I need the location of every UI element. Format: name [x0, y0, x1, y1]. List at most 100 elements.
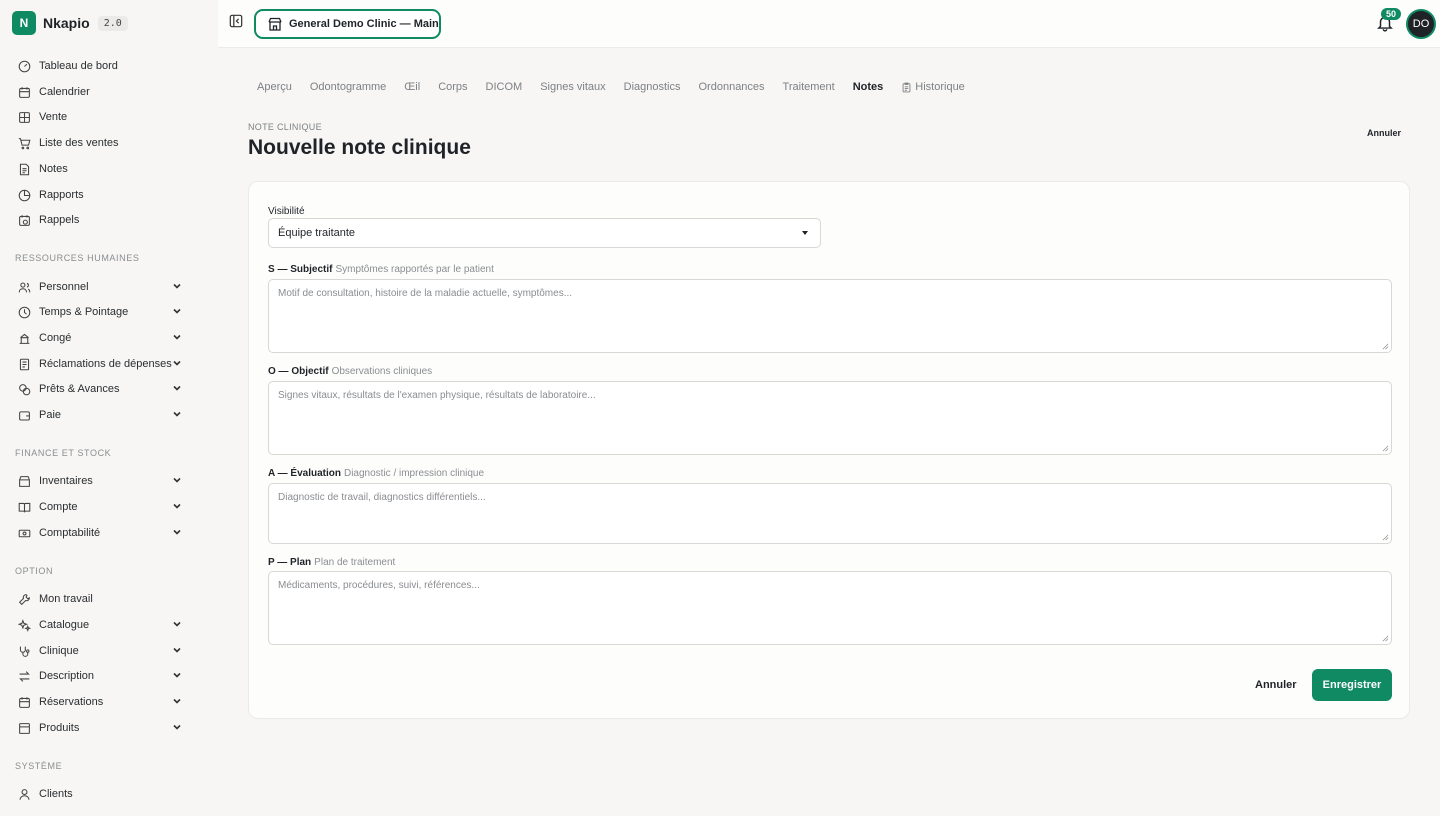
section-title-rh: RESSOURCES HUMAINES [15, 253, 140, 263]
chevron-down-icon [172, 645, 182, 655]
sidebar-item-personnel[interactable]: Personnel [18, 276, 186, 298]
receipt-icon [18, 358, 31, 371]
clinical-note-form: Visibilité Équipe traitante S — Subjecti… [248, 181, 1410, 719]
coins-icon [18, 383, 31, 396]
cancel-button[interactable]: Annuler [1255, 679, 1297, 691]
patient-tabs: Aperçu Odontogramme Œil Corps DICOM Sign… [257, 81, 983, 93]
dashboard-icon [18, 60, 31, 73]
chevron-down-icon [172, 281, 182, 291]
sidebar-item-produits[interactable]: Produits [18, 717, 186, 739]
sidebar-item-clients[interactable]: Clients [18, 783, 186, 805]
sidebar-item-description[interactable]: Description [18, 665, 186, 687]
calendar-clock-icon [18, 214, 31, 227]
tab-apercu[interactable]: Aperçu [257, 81, 292, 93]
branch-selector[interactable]: General Demo Clinic — Main [254, 9, 441, 39]
visibility-select[interactable]: Équipe traitante [268, 218, 821, 248]
tab-signes-vitaux[interactable]: Signes vitaux [540, 81, 605, 93]
tab-diagnostics[interactable]: Diagnostics [624, 81, 681, 93]
sidebar-item-label: Rapports [39, 189, 84, 201]
sidebar-item-clinique[interactable]: Clinique [18, 640, 186, 662]
users-icon [18, 281, 31, 294]
section-title-systeme: SYSTÈME [15, 761, 63, 771]
chevron-down-icon [172, 527, 182, 537]
clipboard-icon [902, 82, 911, 92]
sidebar-item-label: Réservations [39, 696, 104, 708]
chevron-down-icon [172, 722, 182, 732]
sidebar-item-comptabilite[interactable]: Comptabilité [18, 522, 186, 544]
calendar-icon [18, 86, 31, 99]
caret-down-icon [802, 231, 808, 235]
brand-logo: N [12, 11, 36, 35]
chevron-down-icon [172, 409, 182, 419]
sidebar-item-vente[interactable]: Vente [18, 106, 186, 128]
sidebar-item-label: Vente [39, 111, 68, 123]
grid-icon [18, 111, 31, 124]
tab-odontogramme[interactable]: Odontogramme [310, 81, 386, 93]
tab-corps[interactable]: Corps [438, 81, 467, 93]
tab-dicom[interactable]: DICOM [486, 81, 523, 93]
sidebar-item-label: Description [39, 670, 95, 682]
sidebar-item-temps-pointage[interactable]: Temps & Pointage [18, 301, 186, 323]
sidebar-item-conge[interactable]: Congé [18, 327, 186, 349]
sidebar-item-liste-des-ventes[interactable]: Liste des ventes [18, 132, 186, 154]
sidebar-collapse-icon[interactable] [229, 14, 243, 28]
tab-label: Historique [915, 81, 965, 93]
tab-oeil[interactable]: Œil [404, 81, 420, 93]
sidebar-item-calendrier[interactable]: Calendrier [18, 81, 186, 103]
sidebar-item-label: Clients [39, 788, 73, 800]
wallet-icon [18, 409, 31, 422]
document-icon [18, 163, 31, 176]
sidebar: N Nkapio 2.0 Tableau de bord Calendrier … [0, 0, 218, 816]
visibility-value: Équipe traitante [278, 227, 356, 239]
plan-textarea[interactable]: Médicaments, procédures, suivi, référenc… [268, 571, 1392, 645]
chevron-down-icon [172, 501, 182, 511]
topbar: General Demo Clinic — Main 50 DO [218, 0, 1440, 48]
sidebar-item-catalogue[interactable]: Catalogue [18, 614, 186, 636]
resize-grip-icon[interactable] [1382, 635, 1389, 642]
sidebar-item-label: Clinique [39, 645, 79, 657]
sidebar-item-prets-avances[interactable]: Prêts & Avances [18, 378, 186, 400]
sidebar-item-notes[interactable]: Notes [18, 158, 186, 180]
sidebar-item-reservations[interactable]: Réservations [18, 691, 186, 713]
chevron-down-icon [172, 306, 182, 316]
sidebar-item-paie[interactable]: Paie [18, 404, 186, 426]
sidebar-item-label: Liste des ventes [39, 137, 119, 149]
assessment-textarea[interactable]: Diagnostic de travail, diagnostics diffé… [268, 483, 1392, 544]
wrench-icon [18, 593, 31, 606]
save-button[interactable]: Enregistrer [1312, 669, 1392, 701]
sparkles-icon [18, 618, 31, 632]
sidebar-item-reclamations[interactable]: Réclamations de dépenses [18, 353, 186, 375]
tab-ordonnances[interactable]: Ordonnances [699, 81, 765, 93]
version-badge: 2.0 [97, 15, 128, 31]
tab-notes[interactable]: Notes [853, 81, 884, 93]
sidebar-item-label: Rappels [39, 214, 80, 226]
visibility-label: Visibilité [268, 206, 305, 217]
branch-name: General Demo Clinic — Main [289, 18, 439, 30]
resize-grip-icon[interactable] [1382, 445, 1389, 452]
sidebar-item-rappels[interactable]: Rappels [18, 209, 186, 231]
chevron-down-icon [172, 358, 182, 368]
avatar[interactable]: DO [1406, 9, 1436, 39]
page-eyebrow: NOTE CLINIQUE [248, 122, 322, 132]
plan-label: P — Plan Plan de traitement [268, 557, 396, 568]
sidebar-item-tableau-de-bord[interactable]: Tableau de bord [18, 55, 186, 77]
sidebar-item-inventaires[interactable]: Inventaires [18, 470, 186, 492]
package-icon [18, 722, 31, 735]
user-icon [18, 788, 31, 801]
cancel-link-top[interactable]: Annuler [1367, 128, 1401, 138]
subjective-textarea[interactable]: Motif de consultation, histoire de la ma… [268, 279, 1392, 353]
sidebar-item-rapports[interactable]: Rapports [18, 184, 186, 206]
sidebar-item-label: Catalogue [39, 619, 90, 631]
arrows-icon [18, 670, 31, 683]
tab-historique[interactable]: Historique [901, 81, 965, 93]
clock-icon [18, 306, 31, 319]
brand[interactable]: N Nkapio 2.0 [12, 11, 128, 35]
sidebar-item-compte[interactable]: Compte [18, 496, 186, 518]
sidebar-item-label: Notes [39, 163, 68, 175]
tab-traitement[interactable]: Traitement [783, 81, 835, 93]
resize-grip-icon[interactable] [1382, 343, 1389, 350]
objective-textarea[interactable]: Signes vitaux, résultats de l'examen phy… [268, 381, 1392, 455]
sidebar-item-mon-travail[interactable]: Mon travail [18, 588, 186, 610]
chevron-down-icon [172, 332, 182, 342]
resize-grip-icon[interactable] [1382, 534, 1389, 541]
